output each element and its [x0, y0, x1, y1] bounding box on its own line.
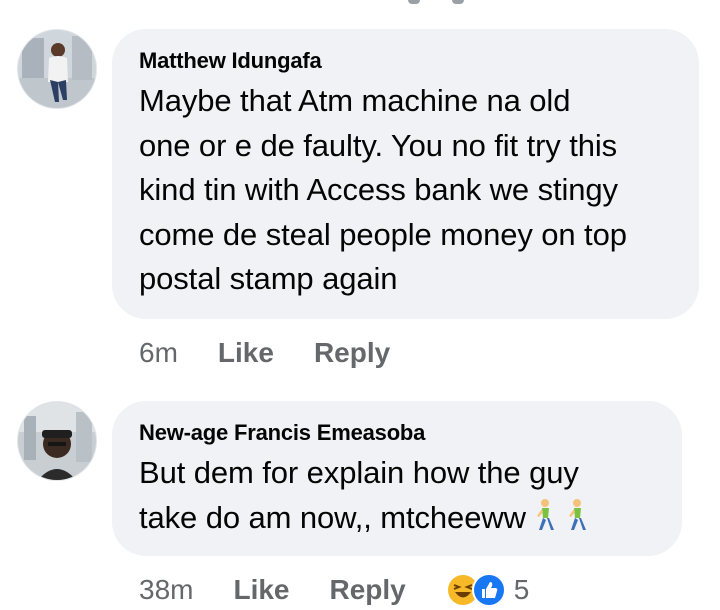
comment-bubble: Matthew Idungafa Maybe that Atm machine … [112, 29, 699, 319]
reply-button[interactable]: Reply [330, 574, 406, 606]
comment-author[interactable]: New-age Francis Emeasoba [139, 419, 656, 447]
comment-text-content: But dem for explain how the guy take do … [139, 455, 579, 535]
avatar[interactable] [17, 401, 97, 481]
profile-photo-icon [18, 402, 96, 480]
like-button[interactable]: Like [218, 337, 274, 369]
person-walking-emoji-icon [532, 498, 558, 545]
comment-text: But dem for explain how the guy take do … [139, 451, 656, 544]
avatar[interactable] [17, 29, 97, 109]
comment-bubble: New-age Francis Emeasoba But dem for exp… [112, 401, 682, 556]
reply-button[interactable]: Reply [314, 337, 390, 369]
comment-text: Maybe that Atm machine na old one or e d… [139, 83, 627, 296]
comment-actions: 38m Like Reply 5 [139, 570, 529, 610]
comment-timestamp[interactable]: 38m [139, 574, 193, 606]
previous-comment-actions-cropped [0, 0, 720, 8]
comment-author[interactable]: Matthew Idungafa [139, 47, 673, 75]
like-button[interactable]: Like [233, 574, 289, 606]
person-walking-emoji-icon [564, 498, 590, 545]
profile-photo-icon [18, 30, 96, 108]
comment-timestamp[interactable]: 6m [139, 337, 178, 369]
like-reaction-icon [471, 573, 506, 607]
reaction-count: 5 [513, 574, 530, 605]
comment-actions: 6m Like Reply [139, 333, 430, 373]
reaction-icons [445, 573, 506, 607]
reaction-summary[interactable]: 5 [445, 573, 530, 607]
